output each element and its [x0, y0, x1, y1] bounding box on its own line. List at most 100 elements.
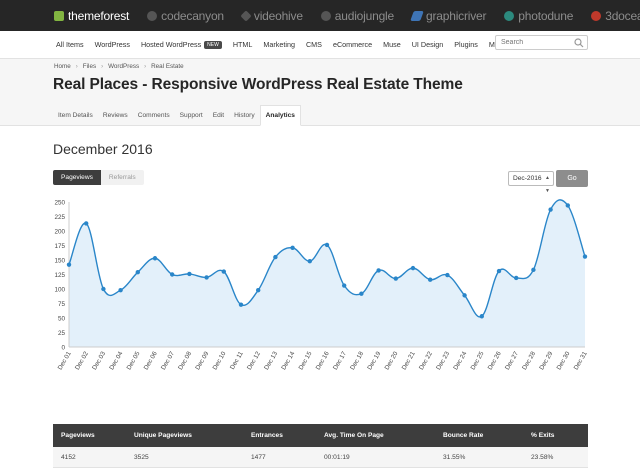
y-tick-label: 50 — [58, 315, 66, 322]
go-button[interactable]: Go — [556, 170, 588, 187]
brand-audiojungle[interactable]: audiojungle — [317, 0, 408, 31]
category-cms[interactable]: CMS — [306, 40, 322, 49]
data-point[interactable] — [410, 265, 416, 271]
data-point[interactable] — [290, 245, 295, 251]
referrals-button[interactable]: Referrals — [100, 170, 144, 185]
data-point[interactable] — [565, 203, 570, 208]
tab-item-details[interactable]: Item Details — [53, 105, 98, 125]
category-ecommerce[interactable]: eCommerce — [333, 40, 372, 49]
brand-themeforest[interactable]: themeforest — [50, 0, 143, 31]
category-muse[interactable]: Muse — [383, 40, 401, 49]
breadcrumb-files[interactable]: Files — [83, 63, 96, 70]
data-point[interactable] — [479, 314, 484, 319]
x-tick-label: Dec 11 — [229, 350, 245, 371]
breadcrumb-real-estate[interactable]: Real Estate — [151, 63, 184, 70]
brand-photodune[interactable]: photodune — [500, 0, 587, 31]
pageviews-button[interactable]: Pageviews — [53, 170, 101, 185]
data-point[interactable] — [135, 269, 140, 275]
category-hosted-wordpress[interactable]: Hosted WordPress NEW — [141, 40, 222, 49]
data-point[interactable] — [256, 287, 261, 293]
data-point[interactable] — [238, 302, 244, 307]
category-marketing[interactable]: Marketing — [263, 40, 295, 49]
stats-table: Pageviews Unique Pageviews Entrances Avg… — [53, 424, 588, 468]
chevron-right-icon: › — [144, 63, 147, 70]
brand-videohive[interactable]: videohive — [238, 0, 317, 31]
breadcrumb-home[interactable]: Home — [54, 63, 71, 70]
data-point[interactable] — [531, 267, 536, 273]
data-point[interactable] — [324, 242, 330, 248]
category-wordpress[interactable]: WordPress — [95, 40, 130, 49]
month-heading: December 2016 — [53, 141, 153, 157]
data-point[interactable] — [514, 275, 519, 281]
tab-comments[interactable]: Comments — [133, 105, 175, 125]
data-point[interactable] — [84, 221, 89, 226]
x-tick-label: Dec 29 — [538, 350, 554, 371]
table-row: 4152 3525 1477 00:01:19 31.55% 23.58% — [53, 447, 588, 468]
stats-header-row: Pageviews Unique Pageviews Entrances Avg… — [53, 424, 588, 447]
x-tick-label: Dec 03 — [91, 350, 107, 371]
data-point[interactable] — [66, 262, 72, 267]
data-point[interactable] — [582, 254, 588, 259]
y-tick-label: 150 — [54, 257, 65, 264]
data-point[interactable] — [376, 268, 381, 273]
x-tick-label: Dec 14 — [280, 350, 296, 371]
category-plugins[interactable]: Plugins — [454, 40, 478, 49]
tab-history[interactable]: History — [229, 105, 260, 125]
page-title: Real Places - Responsive WordPress Real … — [53, 76, 463, 93]
x-tick-label: Dec 17 — [332, 350, 348, 371]
category-ui-design[interactable]: UI Design — [412, 40, 444, 49]
item-tabs: Item Details Reviews Comments Support Ed… — [53, 105, 301, 126]
category-html[interactable]: HTML — [233, 40, 253, 49]
pageviews-chart: 0 25 50 75 100 125 150 175 200 225 250 Dec 01 Dec 02… — [54, 199, 589, 371]
stats-header-cell: Pageviews — [61, 432, 95, 439]
stats-cell: 31.55% — [443, 453, 466, 461]
stats-header-cell: % Exits — [531, 432, 555, 439]
tab-support[interactable]: Support — [175, 105, 208, 125]
tab-edit[interactable]: Edit — [208, 105, 229, 125]
breadcrumb-wordpress[interactable]: WordPress — [108, 63, 139, 70]
x-tick-label: Dec 08 — [177, 350, 193, 371]
y-tick-label: 100 — [54, 286, 65, 293]
y-tick-label: 175 — [54, 243, 65, 250]
data-point[interactable] — [170, 272, 175, 277]
data-point[interactable] — [118, 287, 123, 293]
data-point[interactable] — [496, 268, 502, 274]
x-tick-label: Dec 01 — [57, 350, 73, 371]
data-point[interactable] — [359, 291, 364, 296]
data-point[interactable] — [307, 258, 312, 264]
brand-codecanyon[interactable]: codecanyon — [143, 0, 238, 31]
x-tick-label: Dec 13 — [263, 350, 279, 371]
data-point[interactable] — [462, 293, 467, 298]
data-point[interactable] — [152, 256, 158, 261]
month-select[interactable]: Dec-2016 ▲ ▼ — [508, 171, 554, 194]
data-point[interactable] — [273, 254, 278, 260]
x-tick-label: Dec 06 — [143, 350, 159, 371]
data-point[interactable] — [445, 272, 450, 278]
data-point[interactable] — [204, 275, 209, 280]
chevron-right-icon: › — [75, 63, 78, 70]
data-point[interactable] — [187, 271, 192, 277]
x-tick-label: Dec 07 — [160, 350, 176, 371]
photodune-logo-icon — [504, 10, 515, 21]
brand-3docean[interactable]: 3docean — [587, 0, 640, 31]
data-point[interactable] — [428, 277, 433, 282]
tab-analytics[interactable]: Analytics — [259, 105, 301, 126]
category-all-items[interactable]: All Items — [56, 40, 84, 49]
tab-reviews[interactable]: Reviews — [98, 105, 133, 125]
data-point[interactable] — [393, 276, 398, 281]
data-point[interactable] — [342, 283, 347, 288]
data-point[interactable] — [101, 286, 106, 292]
audiojungle-logo-icon — [320, 10, 331, 21]
x-tick-label: Dec 20 — [383, 350, 399, 371]
x-tick-label: Dec 24 — [452, 350, 468, 371]
stats-cell: 00:01:19 — [324, 453, 350, 461]
x-tick-label: Dec 04 — [108, 350, 124, 371]
data-point[interactable] — [221, 269, 226, 274]
x-tick-label: Dec 05 — [125, 350, 141, 371]
search-icon[interactable] — [574, 38, 584, 48]
stats-cell: 23.58% — [531, 453, 554, 461]
brand-graphicriver[interactable]: graphicriver — [408, 0, 500, 31]
x-tick-label: Dec 02 — [74, 350, 90, 371]
stats-header-cell: Avg. Time On Page — [324, 432, 384, 439]
data-point[interactable] — [548, 207, 553, 212]
